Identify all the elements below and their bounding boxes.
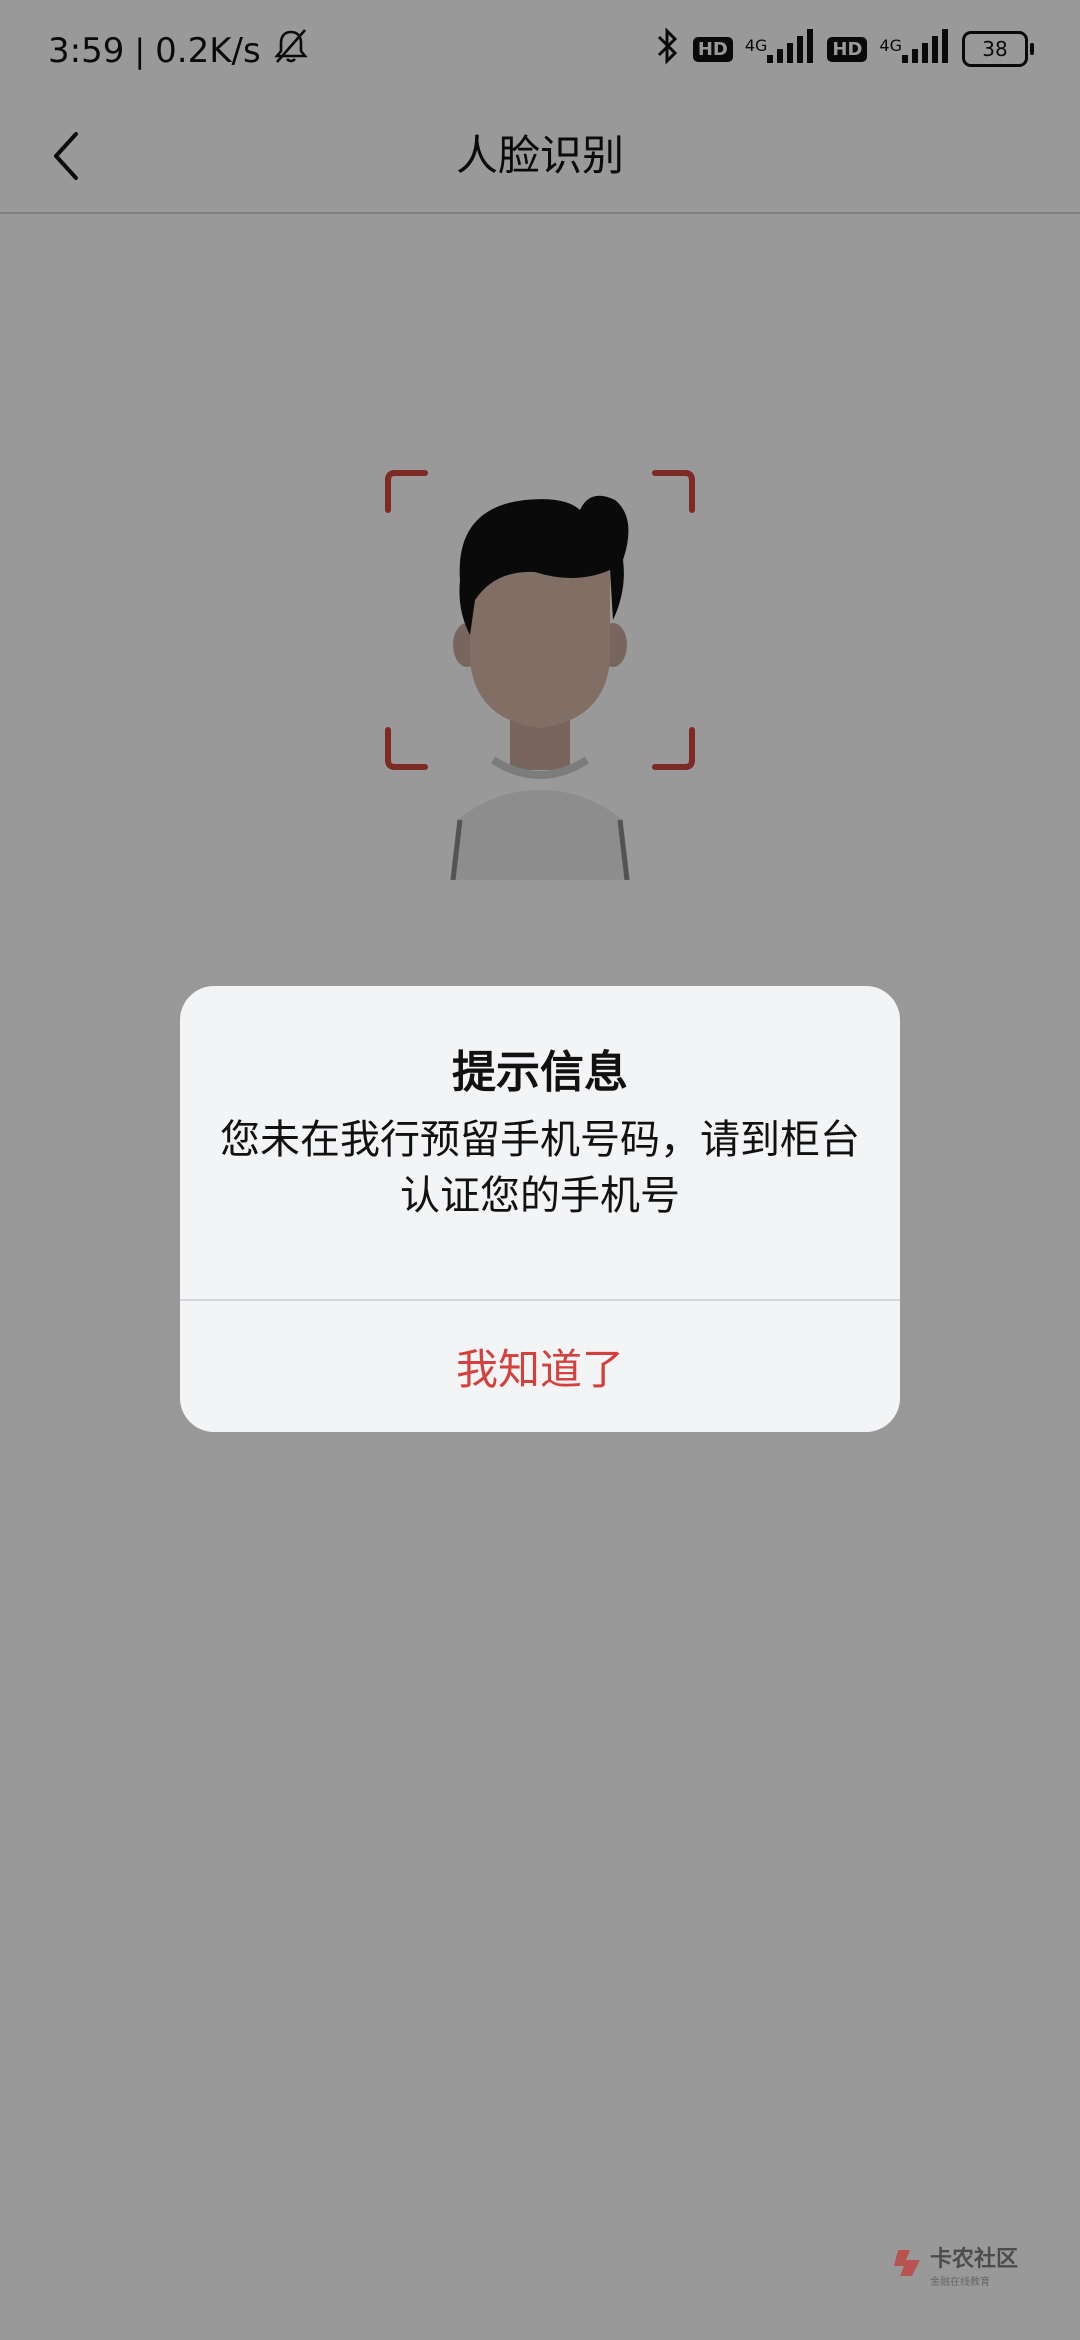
kanong-logo-icon — [892, 2246, 926, 2284]
watermark-name: 卡农社区 — [929, 2247, 1018, 2272]
watermark-text: 卡农社区 金融在线教育 — [930, 2241, 1018, 2288]
watermark-sub: 金融在线教育 — [929, 2277, 990, 2288]
confirm-button[interactable]: 我知道了 — [180, 1301, 900, 1432]
page: 3:59 | 0.2K/s HD 4G HD 4G 38 人脸识别 提示信息 您… — [0, 0, 1080, 2340]
watermark-logo: 卡农社区 金融在线教育 — [892, 2241, 1018, 2288]
alert-dialog: 提示信息 您未在我行预留手机号码，请到柜台认证您的手机号 我知道了 — [180, 986, 900, 1432]
dialog-message: 您未在我行预留手机号码，请到柜台认证您的手机号 — [220, 1117, 860, 1219]
dialog-title: 提示信息 — [452, 1047, 628, 1098]
